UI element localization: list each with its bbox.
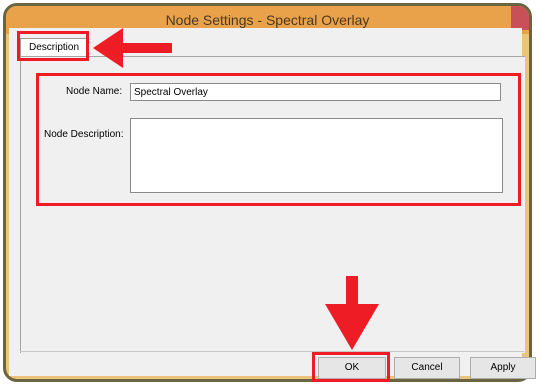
- apply-button[interactable]: Apply: [470, 357, 536, 379]
- close-button[interactable]: [511, 6, 529, 30]
- screenshot-frame: Node Settings - Spectral Overlay Descrip…: [0, 0, 541, 390]
- description-tab-highlight: [17, 31, 89, 61]
- window-title: Node Settings - Spectral Overlay: [165, 12, 370, 28]
- fields-highlight: [36, 73, 521, 206]
- button-divider: [20, 351, 524, 352]
- arrow-down-icon: [325, 304, 379, 350]
- cancel-button[interactable]: Cancel: [394, 357, 460, 379]
- ok-button-highlight: [312, 352, 390, 382]
- arrow-left-shaft: [120, 43, 172, 53]
- arrow-left-icon: [93, 28, 123, 68]
